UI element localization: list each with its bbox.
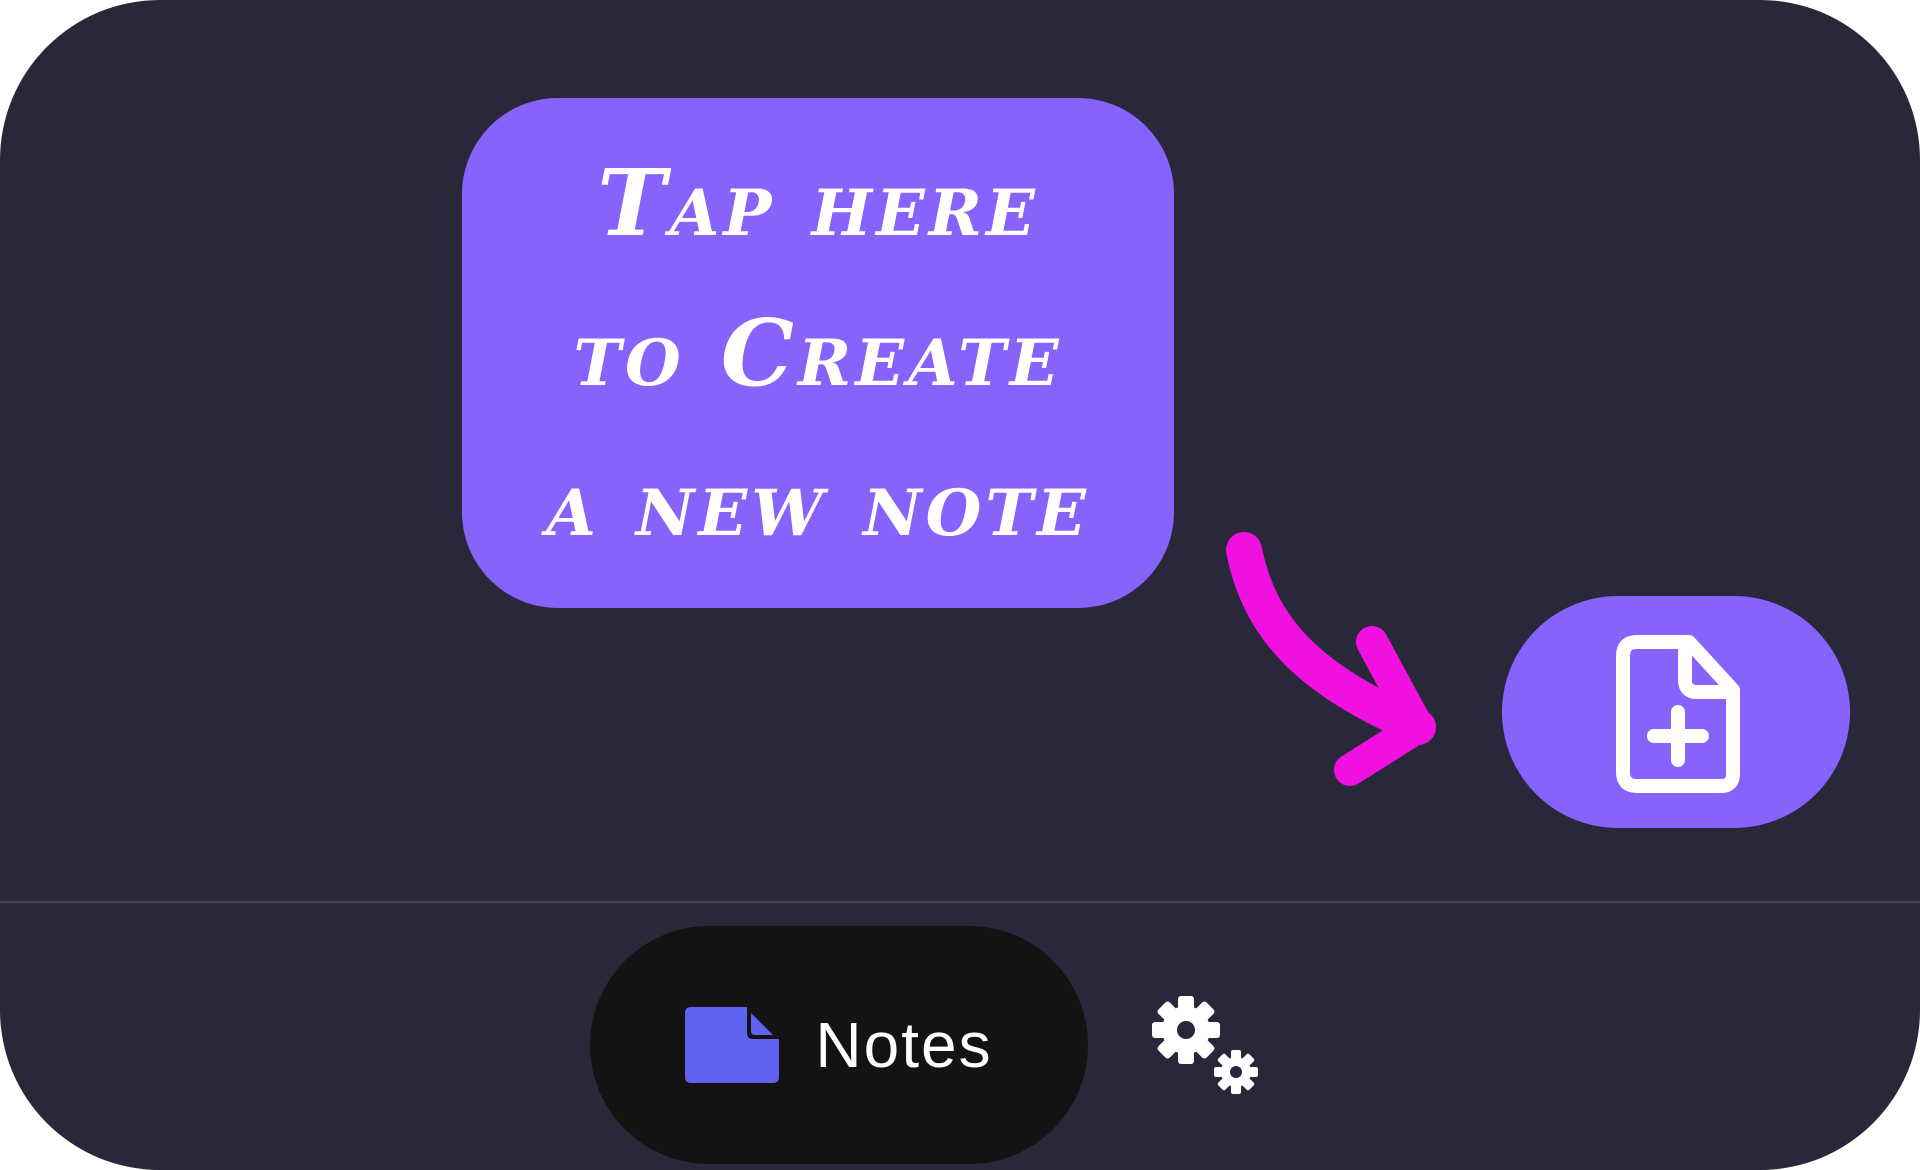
nav-item-notes-label: Notes [815, 1009, 993, 1081]
curved-arrow-icon [1226, 532, 1436, 786]
tooltip-line-3: a new note [546, 449, 1090, 557]
gears-icon [1152, 996, 1258, 1094]
tooltip-line-2: to Create [573, 299, 1063, 407]
new-note-button[interactable] [1502, 596, 1850, 828]
nav-item-settings[interactable] [1150, 994, 1262, 1106]
tooltip-line-1: Tap here [597, 149, 1039, 257]
onboarding-tooltip: Tap here to Create a new note [462, 98, 1174, 608]
file-plus-icon [1616, 635, 1740, 793]
nav-item-notes[interactable]: Notes [590, 926, 1088, 1164]
bottom-nav-divider [0, 901, 1920, 903]
app-screen: Tap here to Create a new note Notes [0, 0, 1920, 1170]
note-icon [685, 1007, 780, 1083]
